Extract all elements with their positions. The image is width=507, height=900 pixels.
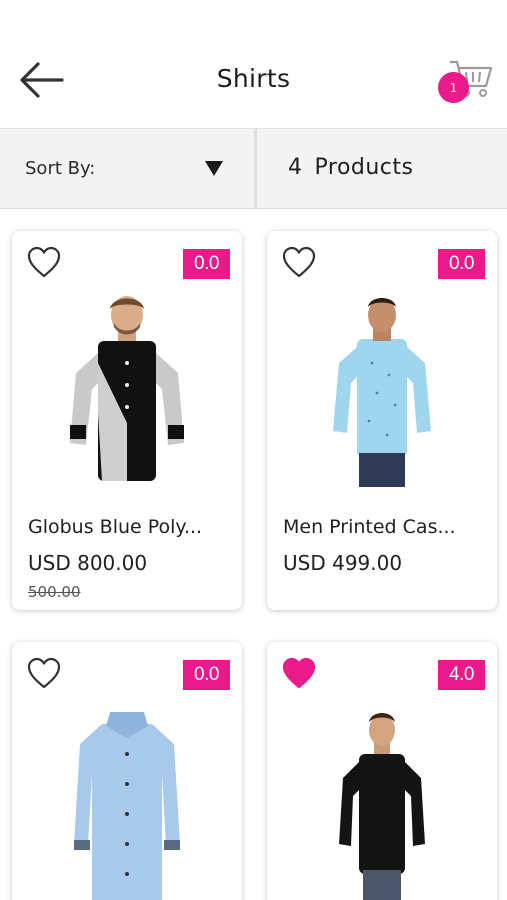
heart-icon <box>282 657 316 689</box>
product-count-label: Products <box>314 155 414 180</box>
product-image <box>333 298 431 487</box>
product-card[interactable]: 4.0 <box>267 642 497 900</box>
product-price: USD 800.00 <box>28 551 148 575</box>
app-header: Shirts 1 <box>0 0 507 128</box>
product-image <box>339 713 425 900</box>
product-old-price: 500.00 <box>28 583 81 601</box>
product-card[interactable]: 0.0 Men Printed Cas... USD 499.00 <box>267 231 497 610</box>
rating-badge: 0.0 <box>183 249 230 279</box>
heart-icon <box>27 246 61 278</box>
caret-down-icon <box>205 161 223 176</box>
favorite-button[interactable] <box>26 656 62 690</box>
rating-badge: 4.0 <box>438 660 485 690</box>
sort-dropdown[interactable]: Sort By: <box>0 129 254 209</box>
product-name: Globus Blue Poly... <box>28 516 203 538</box>
heart-icon <box>27 657 61 689</box>
cart-count-badge: 1 <box>438 72 469 103</box>
sort-label: Sort By: <box>25 158 96 179</box>
favorite-button[interactable] <box>281 245 317 279</box>
divider <box>254 129 257 209</box>
favorite-button[interactable] <box>281 656 317 690</box>
rating-badge: 0.0 <box>438 249 485 279</box>
page-title: Shirts <box>216 64 291 93</box>
cart-button[interactable]: 1 <box>436 56 498 106</box>
product-image <box>74 712 180 900</box>
filter-bar: Sort By: 4 Products <box>0 128 507 209</box>
product-name: Men Printed Cas... <box>283 516 456 538</box>
product-count: 4 Products <box>288 155 414 180</box>
favorite-button[interactable] <box>26 245 62 279</box>
rating-badge: 0.0 <box>183 660 230 690</box>
product-card[interactable]: 0.0 <box>12 642 242 900</box>
heart-icon <box>282 246 316 278</box>
product-count-number: 4 <box>288 155 303 180</box>
product-price: USD 499.00 <box>283 551 403 575</box>
product-card[interactable]: 0.0 Globus Blue Poly... USD 800.00 500.0… <box>12 231 242 610</box>
product-image <box>70 296 184 481</box>
